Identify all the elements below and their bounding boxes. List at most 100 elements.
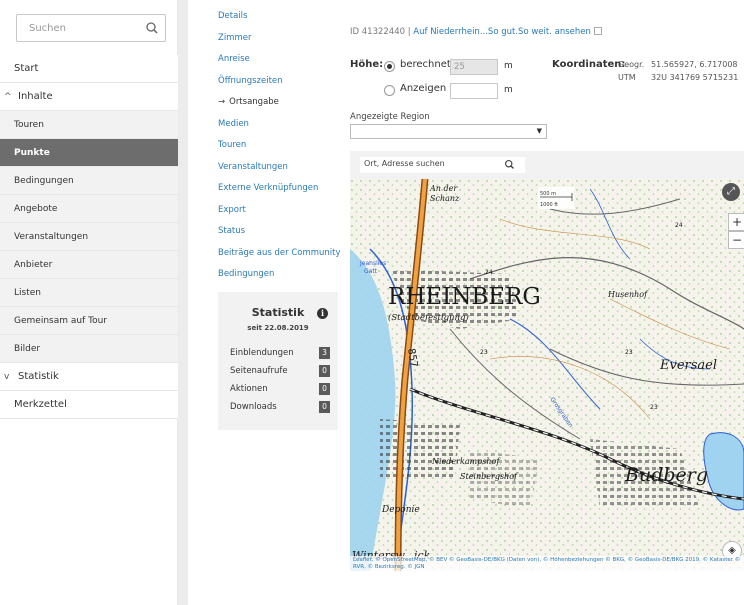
nav-item-label: Inhalte [18,91,53,102]
map-spot-height: 24 [485,269,493,276]
zoom-out-button[interactable]: − [728,231,744,249]
hoehe-label: Höhe: [350,59,384,70]
radio-anzeigen-label: Anzeigen [400,83,447,94]
nav-item-label: Punkte [14,147,50,158]
nav-item-veranstaltungen[interactable]: Veranstaltungen [0,223,178,251]
nav-item-start[interactable]: Start [0,55,178,83]
map-label-deponie: Deponie [381,505,420,515]
nav-item-statistik[interactable]: v Statistik [0,363,178,391]
map-label-eversael: Eversael [659,358,717,373]
search-input[interactable] [17,15,135,41]
radio-berechnet[interactable] [384,61,395,72]
nav-item-label: Bedingungen [14,175,74,186]
radio-berechnet-label: berechnet [400,59,451,70]
nav-item-touren[interactable]: Touren [0,111,178,139]
region-label: Angezeigte Region [350,112,430,122]
map-label-budberg: Budberg [624,464,708,486]
koord-utm-key: UTM [618,73,636,82]
chevron-up-icon: ^ [4,91,12,102]
search-icon[interactable] [504,159,515,170]
nav-item-label: Touren [14,119,44,130]
search-icon[interactable] [145,21,159,35]
region-select[interactable]: ▼ [350,124,547,139]
unit-label: m [504,85,513,95]
map-attribution[interactable]: Leaflet, © OpenStreetMap, © BEV © GeoBas… [350,556,744,572]
current-arrow-icon: → [218,97,226,107]
scale-feet: 1000 ft [540,202,558,208]
topographic-map[interactable]: 500 m 1000 ft RHEINBERG (Stadtbefestigun… [350,179,744,571]
stat-label: Downloads [230,402,277,412]
preview-link[interactable]: Auf Niederrhein...So gut.So weit. ansehe… [413,27,591,37]
map-search-input[interactable]: Ort, Adresse suchen [360,157,525,173]
stat-count: 0 [319,383,330,395]
stat-label: Einblendungen [230,348,294,358]
nav-item-label: Gemeinsam auf Tour [14,315,107,326]
koord-geo-value: 51.565927, 6.717008 [651,60,738,69]
nav-item-bedingungen[interactable]: Bedingungen [0,167,178,195]
detail-nav-zimmer[interactable]: Zimmer [218,28,338,50]
main-nav: Start ^ Inhalte Touren Punkte Bedingungen… [0,55,178,419]
map-search-placeholder: Ort, Adresse suchen [364,159,445,168]
nav-item-label: Bilder [14,343,41,354]
nav-item-listen[interactable]: Listen [0,279,178,307]
info-icon[interactable]: i [317,308,328,319]
nav-item-label: Start [14,63,39,74]
statistics-panel: Statistik i seit 22.08.2019 Einblendunge… [218,292,338,430]
sidebar-search[interactable] [16,14,166,42]
detail-nav-ortsangabe[interactable]: → Ortsangabe [218,92,338,114]
hoehe-input[interactable] [450,83,498,99]
map-label-rheinberg: RHEINBERG [388,284,541,310]
detail-nav-anreise[interactable]: Anreise [218,49,338,71]
detail-nav-medien[interactable]: Medien [218,114,338,136]
map-spot-height: 23 [480,349,488,356]
map-label-stadtbefestigung: (Stadtbefestigung) [388,312,469,323]
stat-count: 3 [319,347,330,359]
detail-nav-export[interactable]: Export [218,200,338,222]
sidebar-scrollbar[interactable] [178,0,188,605]
stat-count: 0 [319,365,330,377]
detail-nav-details[interactable]: Details [218,6,338,28]
nav-item-label: Statistik [18,371,59,382]
koord-geo-key: Geogr. [618,60,645,69]
map-spot-height: 23 [650,404,658,411]
scale-meters: 500 m [540,191,556,197]
map-label-an-der: An der [429,184,458,193]
zoom-in-button[interactable]: + [728,213,744,231]
map-spot-height: 23 [625,349,633,356]
nav-item-inhalte[interactable]: ^ Inhalte [0,83,178,111]
map-label-gatt: Gatt [364,268,378,275]
radio-anzeigen[interactable] [384,85,395,96]
id-line: ID 41322440 | Auf Niederrhein...So gut.S… [350,27,602,37]
map-canvas: 500 m 1000 ft RHEINBERG (Stadtbefestigun… [350,179,744,571]
stat-label: Seitenaufrufe [230,366,288,376]
nav-item-bilder[interactable]: Bilder [0,335,178,363]
koordinaten-label: Koordinaten: [552,59,626,70]
unit-label: m [504,61,513,71]
koord-utm-value: 32U 341769 5715231 [651,73,739,82]
map-label-schanz: Schanz [430,194,460,203]
detail-nav: Details Zimmer Anreise Öffnungszeiten → O… [218,6,341,286]
stat-label: Aktionen [230,384,268,394]
map-spot-height: 24 [675,222,683,229]
fullscreen-icon[interactable]: ⤢ [722,183,740,201]
nav-item-merkzettel[interactable]: Merkzettel [0,391,178,419]
nav-item-anbieter[interactable]: Anbieter [0,251,178,279]
nav-item-angebote[interactable]: Angebote [0,195,178,223]
object-id: ID 41322440 | [350,27,411,37]
nav-item-punkte[interactable]: Punkte [0,139,178,167]
detail-nav-touren[interactable]: Touren [218,135,338,157]
stat-row: Einblendungen 3 [230,346,330,360]
map-search-bar: Ort, Adresse suchen [350,151,744,179]
detail-nav-veranstaltungen[interactable]: Veranstaltungen [218,157,338,179]
nav-item-label: Anbieter [14,259,53,270]
map-label-niederkampshof: Niederkampshof [431,457,501,466]
detail-nav-externe[interactable]: Externe Verknüpfungen [218,178,338,200]
detail-nav-oeffnungszeiten[interactable]: Öffnungszeiten [218,71,338,93]
nav-item-gemeinsam[interactable]: Gemeinsam auf Tour [0,307,178,335]
detail-nav-bedingungen[interactable]: Bedingungen [218,264,338,286]
nav-item-label: Angebote [14,203,58,214]
detail-nav-community[interactable]: Beiträge aus der Community [218,243,341,265]
detail-nav-status[interactable]: Status [218,221,338,243]
detail-nav-label: Ortsangabe [229,97,279,107]
hoehe-computed-field: 25 [450,59,498,75]
